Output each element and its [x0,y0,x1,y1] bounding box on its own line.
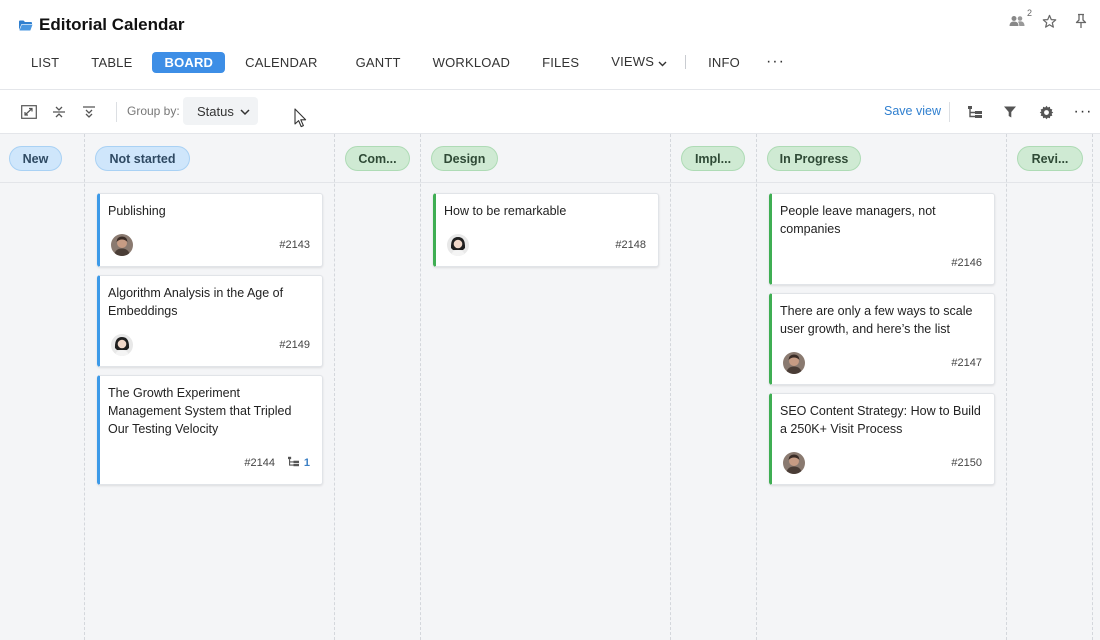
tab-table[interactable]: TABLE [79,52,144,73]
pin-icon[interactable] [1072,12,1090,30]
group-by-value: Status [197,103,234,119]
column-label-not-started[interactable]: Not started [95,146,190,171]
column-label-design[interactable]: Design [431,146,498,171]
card-title: There are only a few ways to scale user … [780,304,973,336]
card-title: How to be remarkable [444,204,567,218]
column-completed: Com... [335,134,421,640]
column-label-new[interactable]: New [9,146,62,171]
column-label-completed[interactable]: Com... [345,146,410,171]
task-card[interactable]: SEO Content Strategy: How to Build a 250… [769,393,995,485]
gear-icon[interactable] [1036,102,1056,122]
tab-info[interactable]: INFO [696,52,752,73]
column-in-progress: In Progress People leave managers, not c… [757,134,1007,640]
collapse-icon[interactable] [49,102,69,122]
task-card[interactable]: The Growth Experiment Management System … [97,375,323,485]
tab-calendar[interactable]: CALENDAR [233,52,329,73]
subtask-count-value: 1 [303,457,310,469]
board-toolbar: Group by: Status Save view ··· [0,90,1100,134]
task-card[interactable]: Algorithm Analysis in the Age of Embeddi… [97,275,323,367]
column-label-implementation[interactable]: Impl... [681,146,745,171]
page-title: Editorial Calendar [39,15,185,34]
card-id: #2148 [615,239,646,251]
group-by-label: Group by: [127,104,180,118]
column-implementation: Impl... [671,134,757,640]
avatar [783,452,805,474]
group-by-select[interactable]: Status [183,97,258,125]
card-title: Publishing [108,204,166,218]
title-row: Editorial Calendar [18,12,184,38]
tab-views[interactable]: VIEWS [599,51,679,73]
filter-icon[interactable] [1000,102,1020,122]
card-id: #2147 [951,357,982,369]
view-tabs: LIST TABLE BOARD CALENDAR GANTT WORKLOAD… [19,51,793,73]
tab-files[interactable]: FILES [530,52,591,73]
tab-workload[interactable]: WORKLOAD [421,52,522,73]
column-not-started: Not started Publishing #2143 Algorithm A… [85,134,335,640]
card-title: Algorithm Analysis in the Age of Embeddi… [108,286,284,318]
avatar [447,234,469,256]
kanban-board: New Not started Publishing #2143 Algorit… [0,134,1100,640]
collapse-all-icon[interactable] [79,102,99,122]
card-id: #2143 [279,239,310,251]
card-title: The Growth Experiment Management System … [108,386,292,436]
task-card[interactable]: Publishing #2143 [97,193,323,267]
tab-gantt[interactable]: GANTT [344,52,413,73]
card-title: SEO Content Strategy: How to Build a 250… [780,404,981,436]
avatar [111,234,133,256]
toolbar-more-button[interactable]: ··· [1072,102,1094,122]
task-card[interactable]: People leave managers, not companies #21… [769,193,995,285]
card-title: People leave managers, not companies [780,204,936,236]
tab-divider [685,55,687,69]
tab-views-label: VIEWS [611,53,655,69]
card-id: #2144 [244,457,275,469]
avatar [783,352,805,374]
column-label-review[interactable]: Revi... [1017,146,1083,171]
subtask-count[interactable]: 1 [287,456,310,470]
card-id: #2146 [951,257,982,269]
tab-board[interactable]: BOARD [152,51,226,73]
page-header: Editorial Calendar 2 LIST TABLE BOARD CA… [0,0,1100,90]
column-review: Revi... [1007,134,1093,640]
chevron-down-icon [240,104,250,119]
column-design: Design How to be remarkable #2148 [421,134,671,640]
header-actions: 2 [1008,8,1090,30]
toolbar-divider [949,102,950,122]
members-count: 2 [1026,8,1032,18]
avatar [111,334,133,356]
subtasks-icon[interactable] [965,102,985,122]
subtasks-icon [287,456,300,470]
expand-icon[interactable] [19,102,39,122]
task-card[interactable]: How to be remarkable #2148 [433,193,659,267]
column-new: New [0,134,85,640]
folder-icon [18,19,33,32]
more-tabs-button[interactable]: ··· [758,54,793,70]
task-card[interactable]: There are only a few ways to scale user … [769,293,995,385]
star-icon[interactable] [1040,12,1058,30]
chevron-down-icon [658,55,667,70]
tab-list[interactable]: LIST [19,52,71,73]
toolbar-divider [116,102,117,122]
members-icon[interactable]: 2 [1008,8,1032,30]
card-id: #2149 [279,339,310,351]
column-label-in-progress[interactable]: In Progress [767,146,861,171]
card-id: #2150 [951,457,982,469]
save-view-link[interactable]: Save view [884,104,941,118]
toolbar-more-label: ··· [1073,103,1093,120]
